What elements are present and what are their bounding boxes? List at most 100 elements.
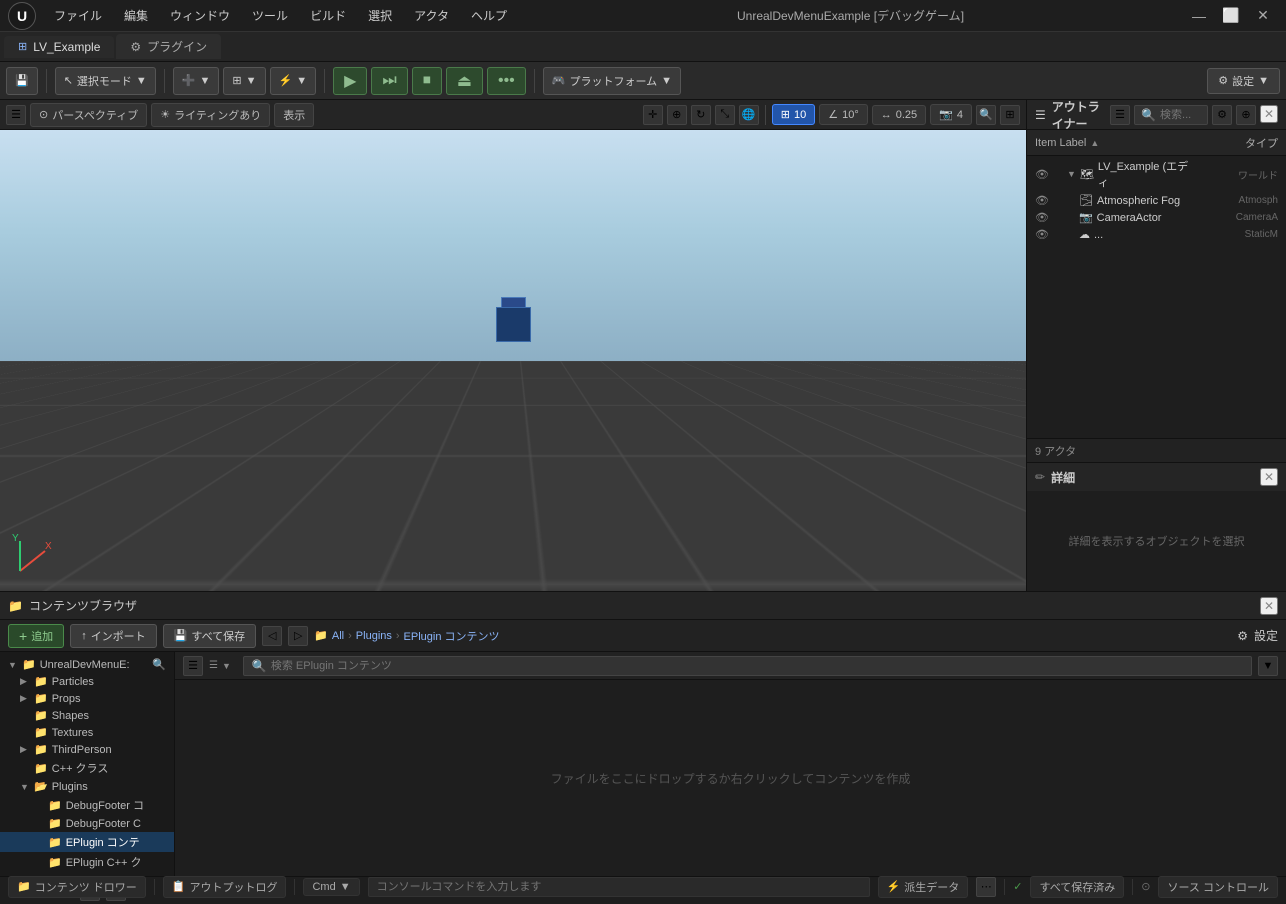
minimize-button[interactable]: — <box>1184 5 1214 27</box>
menu-edit[interactable]: 編集 <box>114 3 158 28</box>
settings-button[interactable]: ⚙ 設定 ▼ <box>1207 68 1280 94</box>
viewport-3d[interactable]: X Y <box>0 130 1026 591</box>
world-icon[interactable]: 🌐 <box>739 105 759 125</box>
cb-empty-area[interactable]: ファイルをここにドロップするか右クリックしてコンテンツを作成 <box>175 680 1286 876</box>
eject-button[interactable]: ⏏ <box>446 67 483 95</box>
save-icon: 💾 <box>174 629 188 642</box>
cb-tree-root[interactable]: ▼ 📁 UnrealDevMenuE: 🔍 <box>0 656 174 673</box>
cmd-input[interactable] <box>377 881 861 893</box>
menu-help[interactable]: ヘルプ <box>461 3 517 28</box>
cb-filter-button[interactable]: ☰ <box>183 656 203 676</box>
rotate-icon[interactable]: ↻ <box>691 105 711 125</box>
snap-button[interactable]: ⊞ ▼ <box>223 67 265 95</box>
cb-tree-debugfooter-c[interactable]: ▶ 📁 DebugFooter C <box>0 815 174 832</box>
cb-tree-cpp[interactable]: ▶ 📁 C++ クラス <box>0 758 174 778</box>
cb-tree-props[interactable]: ▶ 📁 Props <box>0 690 174 707</box>
arrow-open-icon[interactable]: ▼ <box>1067 169 1076 179</box>
translate-icon[interactable]: ✛ <box>643 105 663 125</box>
show-button[interactable]: 表示 <box>274 103 314 127</box>
path-eplugin[interactable]: EPlugin コンテンツ <box>404 628 500 644</box>
outliner-settings-button[interactable]: ⊕ <box>1236 105 1256 125</box>
cb-tree[interactable]: ▼ 📁 UnrealDevMenuE: 🔍 ▶ 📁 Particles ▶ 📁 … <box>0 652 175 876</box>
path-all[interactable]: All <box>332 630 344 642</box>
cb-tree-textures[interactable]: ▶ 📁 Textures <box>0 724 174 741</box>
cb-back-button[interactable]: ◁ <box>262 626 282 646</box>
move-icon[interactable]: ⊕ <box>667 105 687 125</box>
eye-icon-fog[interactable]: 👁 <box>1035 194 1049 207</box>
build-button[interactable]: ⚡ ▼ <box>270 67 317 95</box>
cb-search-dropdown[interactable]: ▼ <box>1258 656 1278 676</box>
stop-button[interactable]: ⏹ <box>412 67 442 95</box>
cb-tree-shapes[interactable]: ▶ 📁 Shapes <box>0 707 174 724</box>
scale-icon[interactable]: ⤡ <box>715 105 735 125</box>
source-control-button[interactable]: ソース コントロール <box>1158 876 1278 898</box>
menu-tools[interactable]: ツール <box>242 3 298 28</box>
select-mode-label: 選択モード <box>77 73 132 89</box>
cb-import-button[interactable]: ↑ インポート <box>70 624 157 648</box>
save-all-button[interactable]: すべて保存済み <box>1030 876 1124 898</box>
outliner-search-input[interactable] <box>1160 109 1201 121</box>
save-button[interactable]: 💾 <box>6 67 38 95</box>
tab-plugin[interactable]: ⚙ プラグイン <box>116 34 221 59</box>
cmd-button[interactable]: Cmd ▼ <box>303 878 359 896</box>
grid-button[interactable]: ⊞ 10 <box>772 104 815 125</box>
output-log-button[interactable]: 📋 アウトプットログ <box>163 876 287 898</box>
cb-save-all-button[interactable]: 💾 すべて保存 <box>163 624 257 648</box>
angle-button[interactable]: ∠ 10° <box>819 104 868 125</box>
outliner-filter-button[interactable]: ☰ <box>1110 105 1130 125</box>
cb-eplugin-cpp-label: EPlugin C++ ク <box>66 854 142 870</box>
search-tree-icon[interactable]: 🔍 <box>152 658 166 671</box>
tab-lv-example[interactable]: ⊞ LV_Example <box>4 36 114 58</box>
content-drawer-button[interactable]: 📁 コンテンツ ドロワー <box>8 876 146 898</box>
outliner-close-button[interactable]: ✕ <box>1260 105 1278 123</box>
viewport-options-button[interactable]: ⊞ <box>1000 105 1020 125</box>
scale-button[interactable]: ↔ 0.25 <box>872 105 926 125</box>
details-close-button[interactable]: ✕ <box>1260 468 1278 486</box>
cb-add-button[interactable]: + 追加 <box>8 624 64 648</box>
cb-close-button[interactable]: ✕ <box>1260 597 1278 615</box>
tree-item-other[interactable]: 👁 ☁ ... StaticM <box>1027 226 1286 243</box>
viewport-menu-button[interactable]: ☰ <box>6 105 26 125</box>
snap-value-button[interactable]: 📷 4 <box>930 104 972 125</box>
tree-item-world[interactable]: 👁 ▼ 🗺 LV_Example (エディ ワールド <box>1027 156 1286 192</box>
play-next-button[interactable]: ⏭ <box>371 67 407 95</box>
tree-item-fog[interactable]: 👁 🌫 Atmospheric Fog Atmosph <box>1027 192 1286 209</box>
close-button[interactable]: ✕ <box>1248 5 1278 27</box>
play-options-button[interactable]: ••• <box>487 67 526 95</box>
cmd-input-wrap[interactable] <box>368 877 870 897</box>
maximize-viewport-button[interactable]: 🔍 <box>976 105 996 125</box>
menu-window[interactable]: ウィンドウ <box>160 3 240 28</box>
cb-tree-eplugin[interactable]: ▶ 📁 EPlugin コンテ <box>0 832 174 852</box>
lighting-button[interactable]: ☀ ライティングあり <box>151 103 270 127</box>
menu-file[interactable]: ファイル <box>44 3 112 28</box>
cb-settings-label[interactable]: 設定 <box>1254 627 1278 644</box>
menu-build[interactable]: ビルド <box>300 3 356 28</box>
platform-button[interactable]: 🎮 プラットフォーム ▼ <box>543 67 681 95</box>
cb-tree-particles[interactable]: ▶ 📁 Particles <box>0 673 174 690</box>
path-plugins[interactable]: Plugins <box>356 630 392 642</box>
play-button[interactable]: ▶ <box>333 67 367 95</box>
cb-tree-debugfooter-co[interactable]: ▶ 📁 DebugFooter コ <box>0 795 174 815</box>
cb-forward-button[interactable]: ▷ <box>288 626 308 646</box>
menu-select[interactable]: 選択 <box>358 3 402 28</box>
cb-tree-thirdperson[interactable]: ▶ 📁 ThirdPerson <box>0 741 174 758</box>
add-object-button[interactable]: ➕ ▼ <box>173 67 220 95</box>
derived-data-extra-btn[interactable]: ⋯ <box>976 877 996 897</box>
outliner-search-box[interactable]: 🔍 <box>1134 105 1208 125</box>
cb-main-area[interactable]: ☰ ☰ ▼ 🔍 ▼ ファイルをここにドロップするか右クリックしてコンテンツを作成 <box>175 652 1286 876</box>
cb-search-input-wrap[interactable]: 🔍 <box>243 656 1252 676</box>
outliner-add-button[interactable]: ⚙ <box>1212 105 1232 125</box>
eye-icon[interactable]: 👁 <box>1035 168 1049 181</box>
tree-item-camera[interactable]: 👁 📷 CameraActor CameraA <box>1027 209 1286 226</box>
menu-actor[interactable]: アクタ <box>404 3 459 28</box>
cb-tree-eplugin-cpp[interactable]: ▶ 📁 EPlugin C++ ク <box>0 852 174 872</box>
derived-data-button[interactable]: ⚡ 派生データ <box>878 876 969 898</box>
eye-icon-camera[interactable]: 👁 <box>1035 211 1049 224</box>
cb-search-field[interactable] <box>271 660 1243 672</box>
cb-tree-plugins[interactable]: ▼ 📂 Plugins <box>0 778 174 795</box>
perspective-button[interactable]: ⊙ パースペクティブ <box>30 103 147 127</box>
eye-icon-other[interactable]: 👁 <box>1035 228 1049 241</box>
outliner-tree[interactable]: 👁 ▼ 🗺 LV_Example (エディ ワールド 👁 🌫 Atmospher… <box>1027 156 1286 438</box>
select-mode-button[interactable]: ↖ 選択モード ▼ <box>55 67 156 95</box>
maximize-button[interactable]: ⬜ <box>1216 5 1246 27</box>
